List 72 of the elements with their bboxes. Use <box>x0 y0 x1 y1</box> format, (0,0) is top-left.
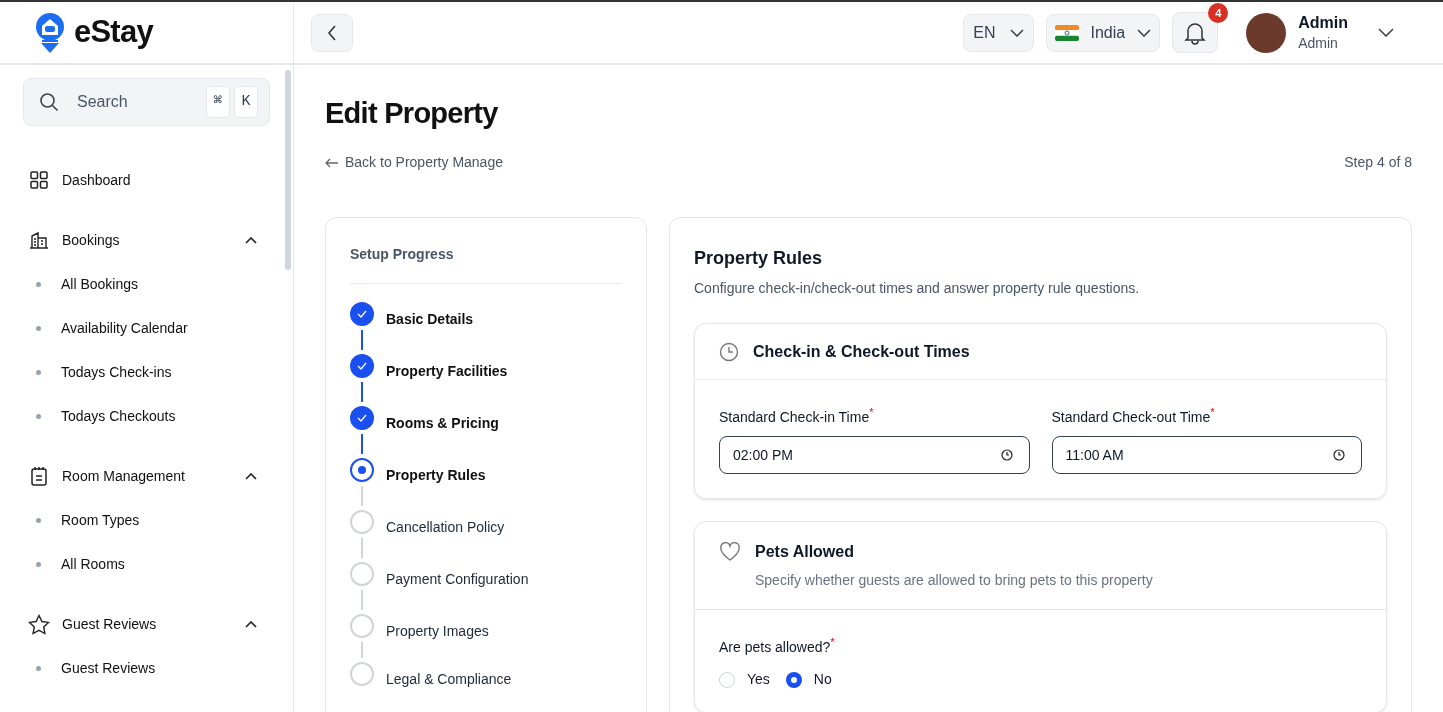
brand-name: eStay <box>74 13 153 52</box>
grid-icon <box>30 171 48 189</box>
back-link[interactable]: Back to Property Manage <box>325 152 503 173</box>
nav-item[interactable]: Dashboard <box>28 166 265 194</box>
field-label: Standard Check-in Time <box>719 408 870 425</box>
section-title: Property Rules <box>694 247 824 270</box>
empty-step-icon <box>350 562 374 586</box>
clock-icon <box>1000 448 1013 461</box>
chevron-left-icon <box>327 24 337 41</box>
language-select[interactable]: EN <box>963 13 1034 52</box>
progress-title: Setup Progress <box>350 244 622 284</box>
section-description: Configure check-in/check-out times and answer property rule questions. <box>694 279 1141 298</box>
empty-step-icon <box>350 662 374 686</box>
logo-icon <box>34 10 66 55</box>
notification-badge: 4 <box>1208 3 1229 23</box>
field-label: Are pets allowed? <box>719 638 831 655</box>
arrow-left-icon <box>325 157 339 168</box>
nav-group[interactable]: Guest Reviews <box>28 610 265 638</box>
shortcut-key: K <box>234 86 258 118</box>
radio-option[interactable]: No <box>785 669 832 691</box>
nav-subitem[interactable]: Todays Checkouts <box>28 402 265 430</box>
clock-icon <box>719 341 739 362</box>
required-mark: * <box>830 635 835 648</box>
bell-icon <box>1184 20 1207 45</box>
time-field[interactable]: 02:00 PM <box>719 435 1030 474</box>
flag-icon <box>1054 24 1079 41</box>
chevron-down-icon[interactable] <box>1378 28 1394 37</box>
step-label: Legal & Compliance <box>386 670 512 689</box>
avatar[interactable] <box>1246 12 1287 53</box>
page-title: Edit Property <box>325 99 499 128</box>
region-select[interactable]: India <box>1045 13 1161 52</box>
step-counter: Step 4 of 8 <box>1344 153 1412 172</box>
nav-subitem[interactable]: All Rooms <box>28 550 265 578</box>
step-label: Property Images <box>386 622 489 641</box>
required-mark: * <box>1210 406 1215 418</box>
clock-icon <box>1333 448 1345 461</box>
nav-subitem[interactable]: Guest Reviews <box>28 654 265 682</box>
shortcut-key: ⌘ <box>206 86 230 118</box>
empty-step-icon <box>350 614 374 638</box>
building-icon <box>29 231 49 249</box>
nav-subitem[interactable]: Todays Check-ins <box>28 358 265 386</box>
nav-subitem[interactable]: Room Types <box>28 506 265 534</box>
radio-option[interactable]: Yes <box>719 669 770 691</box>
card-title: Pets Allowed <box>755 541 855 562</box>
nav-subitem[interactable]: Availability Calendar <box>28 314 265 342</box>
nav-group[interactable]: Room Management <box>28 462 265 490</box>
check-circle-icon <box>350 302 374 326</box>
step-label: Basic Details <box>386 310 474 329</box>
required-mark: * <box>869 406 874 418</box>
user-role: Admin <box>1298 34 1339 53</box>
step-label: Payment Configuration <box>386 570 529 589</box>
star-icon <box>28 613 50 635</box>
heart-icon <box>719 541 741 562</box>
notepad-icon <box>30 466 48 486</box>
chevron-down-icon <box>1009 28 1024 37</box>
field-label: Standard Check-out Time <box>1051 408 1211 425</box>
card-title: Check-in & Check-out Times <box>753 341 970 362</box>
time-field[interactable]: 11:00 AM <box>1051 435 1362 474</box>
nav-group[interactable]: Bookings <box>28 226 265 254</box>
current-step-icon <box>350 458 374 482</box>
user-name: Admin <box>1298 12 1348 33</box>
chevron-down-icon <box>1137 28 1152 37</box>
nav-subitem[interactable]: All Bookings <box>28 270 265 298</box>
empty-step-icon <box>350 510 374 534</box>
check-circle-icon <box>350 354 374 378</box>
search-icon <box>39 92 59 112</box>
check-circle-icon <box>350 406 374 430</box>
step-label: Cancellation Policy <box>386 518 505 537</box>
step-label: Property Rules <box>386 466 486 485</box>
step-label: Property Facilities <box>386 362 508 381</box>
step-label: Rooms & Pricing <box>386 414 499 433</box>
card-description: Specify whether guests are allowed to bring pets to this property <box>755 570 1153 590</box>
